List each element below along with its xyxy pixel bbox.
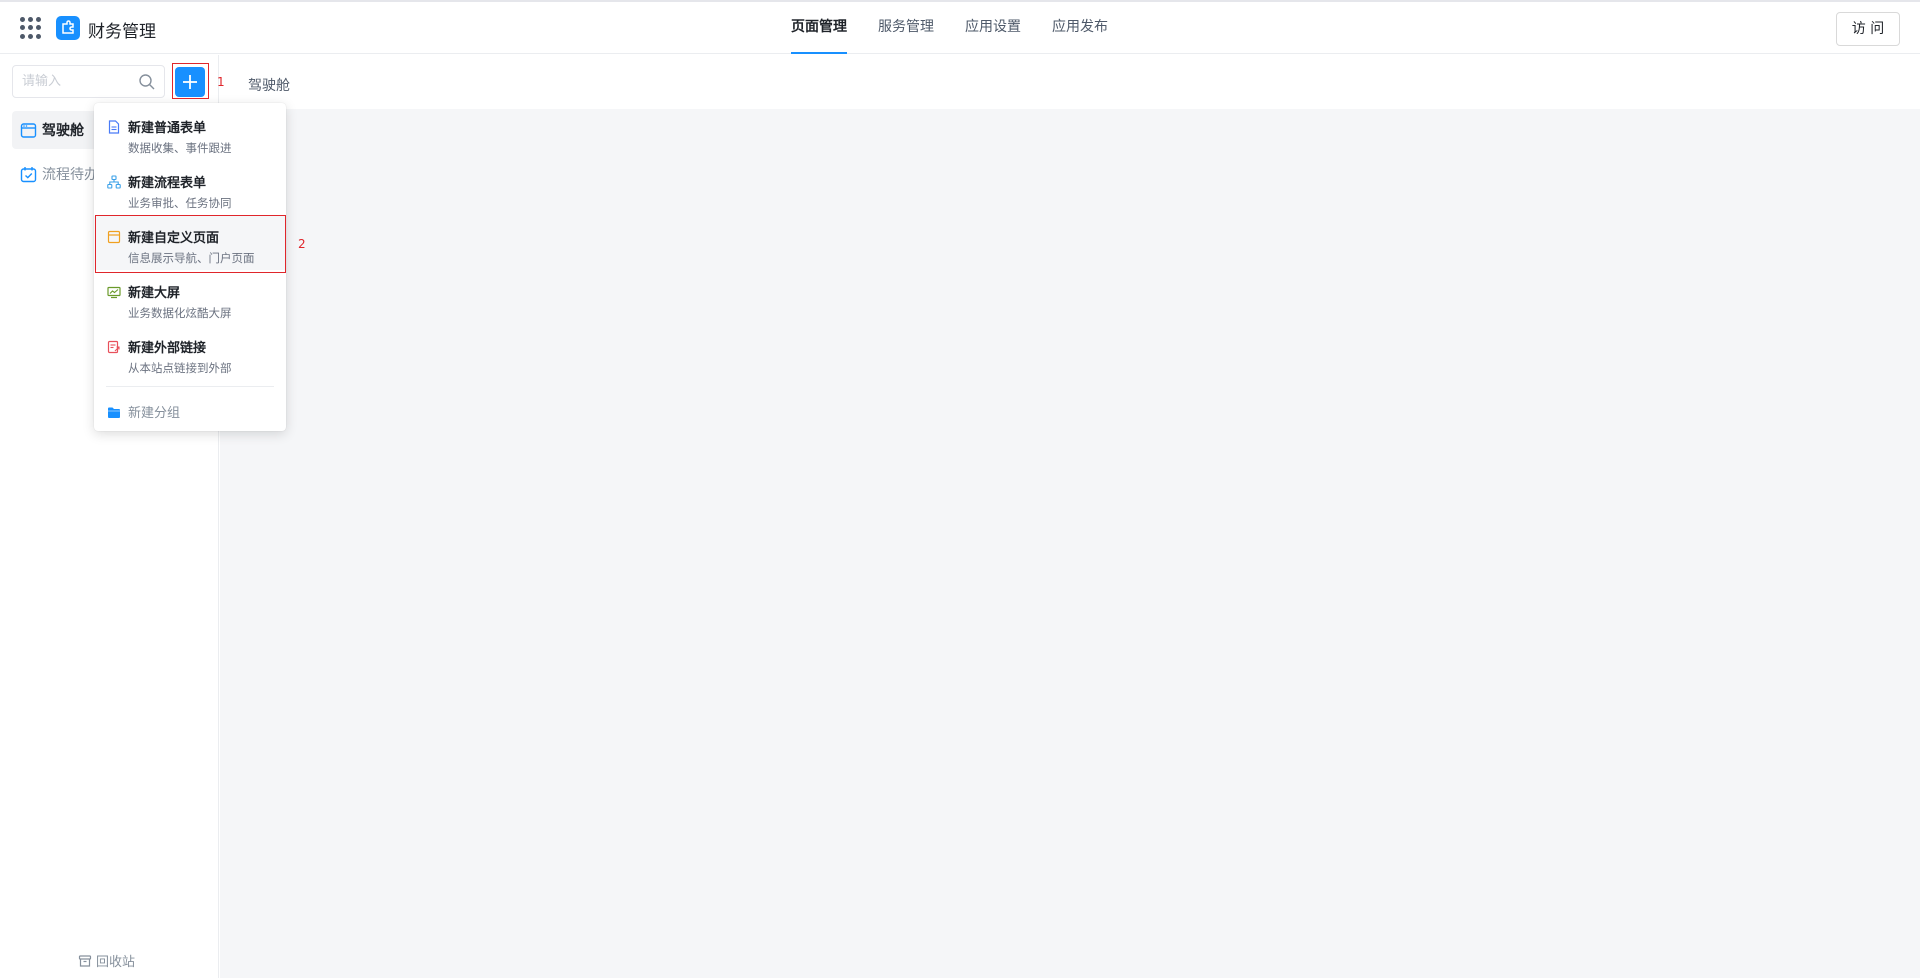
app-logo-icon xyxy=(56,16,80,40)
breadcrumb: 驾驶舱 xyxy=(248,78,290,94)
app-grid-icon[interactable] xyxy=(20,17,42,39)
menu-item-new-flow-form[interactable]: 新建流程表单 业务审批、任务协同 xyxy=(94,161,286,215)
menu-item-desc: 业务审批、任务协同 xyxy=(128,196,232,210)
search-box xyxy=(12,65,165,98)
menu-item-desc: 信息展示导航、门户页面 xyxy=(128,251,255,265)
plus-icon xyxy=(183,75,197,89)
folder-icon xyxy=(107,404,121,423)
tab-app-publish[interactable]: 应用发布 xyxy=(1052,2,1108,54)
menu-item-new-custom-page[interactable]: 新建自定义页面 信息展示导航、门户页面 xyxy=(94,216,286,270)
search-icon[interactable] xyxy=(138,73,156,95)
dashboard-icon xyxy=(20,122,37,139)
create-menu: 新建普通表单 数据收集、事件跟进 新建流程表单 业务审批、任务协同 新建自定义页… xyxy=(94,103,286,431)
tab-app-settings[interactable]: 应用设置 xyxy=(965,2,1021,54)
tab-page-management[interactable]: 页面管理 xyxy=(791,2,847,54)
sidebar-item-label: 驾驶舱 xyxy=(42,123,84,139)
visit-button[interactable]: 访 问 xyxy=(1836,12,1900,46)
big-screen-icon xyxy=(107,284,121,299)
tab-service-management[interactable]: 服务管理 xyxy=(878,2,934,54)
trash-icon xyxy=(78,954,92,967)
menu-item-title: 新建普通表单 xyxy=(128,121,207,136)
top-bar: 财务管理 页面管理 服务管理 应用设置 应用发布 访 问 xyxy=(0,0,1920,54)
recycle-label: 回收站 xyxy=(96,955,136,970)
menu-item-title: 新建分组 xyxy=(128,406,181,421)
menu-item-title: 新建自定义页面 xyxy=(128,231,220,246)
annotation-label-2: 2 xyxy=(298,237,306,251)
external-link-icon xyxy=(107,339,121,354)
add-button[interactable] xyxy=(175,67,205,97)
menu-item-title: 新建大屏 xyxy=(128,286,181,301)
annotation-label-1: 1 xyxy=(217,75,225,89)
menu-divider xyxy=(106,386,274,387)
main-nav: 页面管理 服务管理 应用设置 应用发布 xyxy=(791,2,1139,54)
custom-page-icon xyxy=(107,229,121,244)
menu-item-title: 新建外部链接 xyxy=(128,341,207,356)
app-name: 财务管理 xyxy=(88,22,156,42)
menu-item-new-external-link[interactable]: 新建外部链接 从本站点链接到外部 xyxy=(94,326,286,380)
recycle-bin-link[interactable]: 回收站 xyxy=(78,951,135,970)
flow-icon xyxy=(107,174,121,189)
menu-item-new-big-screen[interactable]: 新建大屏 业务数据化炫酷大屏 xyxy=(94,271,286,325)
menu-item-desc: 业务数据化炫酷大屏 xyxy=(128,306,232,320)
calendar-check-icon xyxy=(20,166,37,183)
menu-item-desc: 从本站点链接到外部 xyxy=(128,361,232,375)
form-icon xyxy=(107,119,121,134)
menu-item-desc: 数据收集、事件跟进 xyxy=(128,141,232,155)
menu-item-new-form[interactable]: 新建普通表单 数据收集、事件跟进 xyxy=(94,106,286,160)
search-input[interactable] xyxy=(22,66,142,97)
menu-item-title: 新建流程表单 xyxy=(128,176,207,191)
page-canvas xyxy=(220,109,1920,978)
sidebar-item-label: 流程待办 xyxy=(42,167,98,183)
menu-item-new-group[interactable]: 新建分组 xyxy=(94,393,286,427)
